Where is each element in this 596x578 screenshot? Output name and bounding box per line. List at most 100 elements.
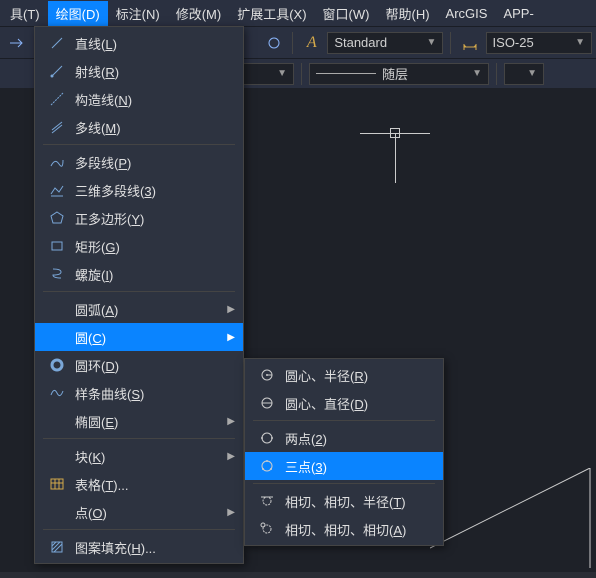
linetype-combo[interactable]: 随层 ▼ [309, 63, 489, 85]
menu-separator [43, 291, 235, 292]
menu-item-label: 矩形(G) [71, 237, 223, 256]
text-style-combo[interactable]: Standard ▼ [327, 32, 443, 54]
circle-submenu-item[interactable]: 三点(3) [245, 452, 443, 480]
dim-style-icon [458, 31, 481, 55]
menu-item-label: 表格(T)... [71, 475, 223, 494]
menu-item-label: 圆心、半径(R) [281, 366, 423, 385]
draw-menu-item[interactable]: 图案填充(H)... [35, 533, 243, 561]
draw-menu-item[interactable]: 样条曲线(S) [35, 379, 243, 407]
lineweight-combo[interactable]: ▼ [504, 63, 544, 85]
circle-3p-icon [253, 458, 281, 474]
menu-item-label: 圆环(D) [71, 356, 223, 375]
hatch-icon [43, 539, 71, 555]
draw-menu-item[interactable]: 三维多段线(3) [35, 176, 243, 204]
menu-item-label: 相切、相切、相切(A) [281, 520, 423, 539]
xline-icon [43, 91, 71, 107]
draw-menu-item[interactable]: 正多边形(Y) [35, 204, 243, 232]
circle-submenu-item[interactable]: 相切、相切、相切(A) [245, 515, 443, 543]
submenu-arrow-icon: ▶ [227, 507, 235, 518]
circle-submenu-item[interactable]: 圆心、半径(R) [245, 361, 443, 389]
mline-icon [43, 119, 71, 135]
menu-item-label: 点(O) [71, 503, 223, 522]
draw-menu-item[interactable]: 圆弧(A) ▶ [35, 295, 243, 323]
text-style-icon: A [300, 31, 323, 55]
menu-M[interactable]: 修改(M) [168, 1, 230, 26]
menu-item-label: 直线(L) [71, 34, 223, 53]
draw-menu-item[interactable]: 圆(C) ▶ [35, 323, 243, 351]
menu-APP-[interactable]: APP- [495, 3, 541, 24]
menu-N[interactable]: 标注(N) [108, 1, 168, 26]
menu-item-label: 圆弧(A) [71, 300, 223, 319]
menu-separator [43, 438, 235, 439]
circle-submenu-item[interactable]: 两点(2) [245, 424, 443, 452]
circle-submenu-item[interactable]: 圆心、直径(D) [245, 389, 443, 417]
separator [450, 32, 451, 54]
menu-item-label: 相切、相切、半径(T) [281, 492, 423, 511]
chevron-down-icon: ▼ [472, 68, 482, 79]
circle-ttr-icon [253, 493, 281, 509]
submenu-arrow-icon: ▶ [227, 304, 235, 315]
menu-separator [43, 144, 235, 145]
draw-menu-item[interactable]: 点(O) ▶ [35, 498, 243, 526]
draw-menu-item[interactable]: 多段线(P) [35, 148, 243, 176]
menu-D[interactable]: 绘图(D) [48, 1, 108, 26]
draw-menu: 直线(L) 射线(R) 构造线(N) 多线(M) 多段线(P) 三维多段线(3) 正多边形(… [34, 26, 244, 564]
tool-button[interactable] [4, 31, 27, 55]
menu-item-label: 多段线(P) [71, 153, 223, 172]
menu-item-label: 图案填充(H)... [71, 538, 223, 557]
helix-icon [43, 266, 71, 282]
draw-menu-item[interactable]: 块(K) ▶ [35, 442, 243, 470]
menu-W[interactable]: 窗口(W) [315, 1, 378, 26]
donut-icon [43, 357, 71, 373]
menu-item-label: 圆(C) [71, 328, 223, 347]
menu-item-label: 两点(2) [281, 429, 423, 448]
submenu-arrow-icon: ▶ [227, 451, 235, 462]
spline-icon [43, 385, 71, 401]
polygon-icon [43, 210, 71, 226]
circle-submenu-item[interactable]: 相切、相切、半径(T) [245, 487, 443, 515]
line-icon [43, 35, 71, 51]
menu-separator [43, 529, 235, 530]
separator [301, 63, 302, 85]
draw-menu-item[interactable]: 多线(M) [35, 113, 243, 141]
separator [496, 63, 497, 85]
menu-separator [253, 420, 435, 421]
draw-menu-item[interactable]: 直线(L) [35, 29, 243, 57]
chevron-down-icon: ▼ [575, 37, 585, 48]
menu-X[interactable]: 扩展工具(X) [229, 1, 314, 26]
draw-menu-item[interactable]: 构造线(N) [35, 85, 243, 113]
rect-icon [43, 238, 71, 254]
chevron-down-icon: ▼ [527, 68, 537, 79]
draw-menu-item[interactable]: 射线(R) [35, 57, 243, 85]
menu-T[interactable]: 具(T) [2, 1, 48, 26]
menu-item-label: 多线(M) [71, 118, 223, 137]
circle-2p-icon [253, 430, 281, 446]
draw-menu-item[interactable]: 圆环(D) [35, 351, 243, 379]
draw-menu-item[interactable]: 螺旋(I) [35, 260, 243, 288]
dim-style-combo[interactable]: ISO-25 ▼ [486, 32, 592, 54]
menubar: 具(T)绘图(D)标注(N)修改(M)扩展工具(X)窗口(W)帮助(H)ArcG… [0, 0, 596, 26]
menu-item-label: 螺旋(I) [71, 265, 223, 284]
menu-ArcGIS[interactable]: ArcGIS [438, 3, 496, 24]
menu-item-label: 块(K) [71, 447, 223, 466]
menu-item-label: 射线(R) [71, 62, 223, 81]
menu-item-label: 三维多段线(3) [71, 181, 223, 200]
crosshair-cursor [360, 133, 430, 183]
submenu-arrow-icon: ▶ [227, 332, 235, 343]
table-icon [43, 476, 71, 492]
tool-button[interactable] [262, 31, 285, 55]
linetype-value: 随层 [382, 64, 408, 83]
circle-cr-icon [253, 367, 281, 383]
pline-icon [43, 154, 71, 170]
dim-style-value: ISO-25 [493, 35, 534, 50]
menu-item-label: 样条曲线(S) [71, 384, 223, 403]
menu-item-label: 椭圆(E) [71, 412, 223, 431]
menu-H[interactable]: 帮助(H) [377, 1, 437, 26]
draw-menu-item[interactable]: 矩形(G) [35, 232, 243, 260]
draw-menu-item[interactable]: 椭圆(E)▶ [35, 407, 243, 435]
menu-item-label: 正多边形(Y) [71, 209, 223, 228]
text-style-value: Standard [334, 35, 387, 50]
menu-item-label: 三点(3) [281, 457, 423, 476]
draw-menu-item[interactable]: 表格(T)... [35, 470, 243, 498]
separator [292, 32, 293, 54]
